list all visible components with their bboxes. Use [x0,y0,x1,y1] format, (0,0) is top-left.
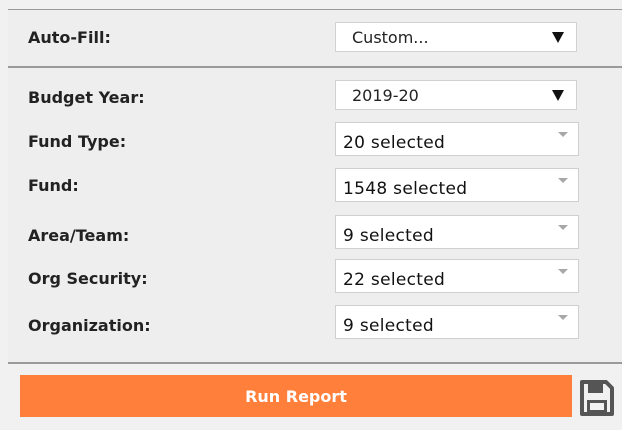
top-divider [8,9,622,10]
organization-value: 9 selected [343,316,434,336]
bottom-divider [8,362,622,364]
organization-label: Organization: [28,316,151,335]
chevron-down-icon [558,315,568,320]
budget-year-label: Budget Year: [28,88,145,107]
auto-fill-value: Custom... [352,28,429,47]
organization-multiselect[interactable]: 9 selected [335,305,579,339]
chevron-down-icon [558,178,568,183]
auto-fill-label: Auto-Fill: [28,28,111,47]
org-security-multiselect[interactable]: 22 selected [335,259,579,293]
fund-value: 1548 selected [343,179,468,199]
floppy-disk-icon[interactable] [579,379,615,417]
fund-type-value: 20 selected [343,133,446,153]
org-security-label: Org Security: [28,269,148,288]
org-security-value: 22 selected [343,270,446,290]
run-report-button[interactable]: Run Report [20,375,572,417]
chevron-down-icon [552,90,564,101]
fund-type-multiselect[interactable]: 20 selected [335,122,579,156]
section-divider [8,66,622,68]
fund-label: Fund: [28,176,79,195]
fund-multiselect[interactable]: 1548 selected [335,168,579,202]
fund-type-label: Fund Type: [28,132,127,151]
area-team-value: 9 selected [343,226,434,246]
chevron-down-icon [558,132,568,137]
area-team-label: Area/Team: [28,226,130,245]
chevron-down-icon [558,225,568,230]
area-team-multiselect[interactable]: 9 selected [335,215,579,249]
budget-year-select[interactable]: 2019-20 [335,80,577,110]
auto-fill-select[interactable]: Custom... [335,22,577,52]
chevron-down-icon [552,32,564,43]
budget-year-value: 2019-20 [352,86,419,105]
chevron-down-icon [558,269,568,274]
